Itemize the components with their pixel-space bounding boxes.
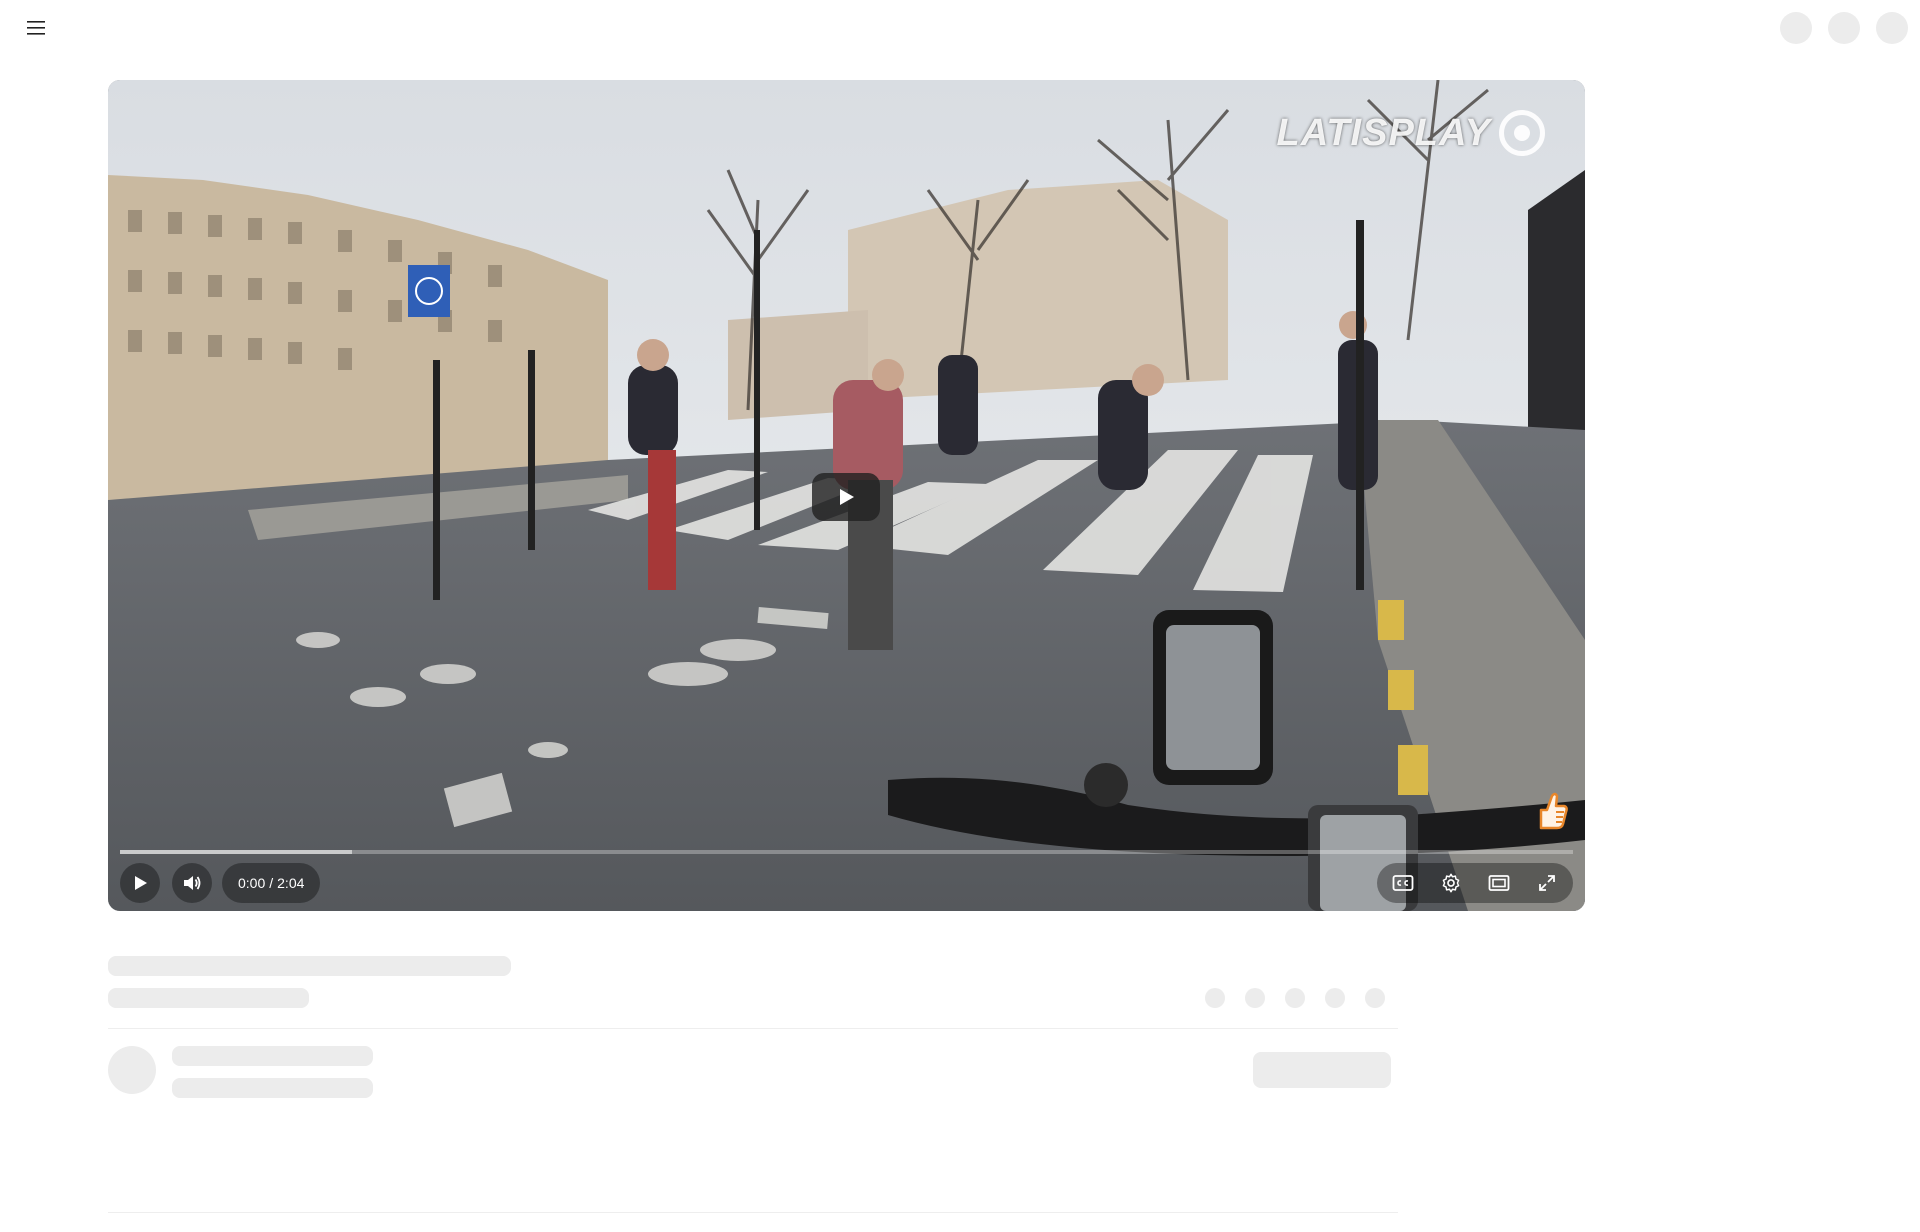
- subscribe-button-skeleton: [1253, 1052, 1391, 1088]
- time-display: 0:00 / 2:04: [222, 863, 321, 903]
- play-button[interactable]: [120, 863, 160, 903]
- action-skeleton: [1365, 988, 1385, 1008]
- menu-button[interactable]: [20, 12, 52, 44]
- right-controls: [1377, 863, 1573, 903]
- watermark-logo: LATISPLAY: [1277, 110, 1545, 156]
- divider: [108, 1028, 1398, 1029]
- avatar-skeleton: [108, 1046, 156, 1094]
- header-actions-placeholder: [1780, 12, 1908, 44]
- title-skeleton: [108, 956, 511, 976]
- divider: [108, 1212, 1398, 1213]
- center-play-button[interactable]: [812, 473, 880, 521]
- fullscreen-button[interactable]: [1523, 863, 1571, 903]
- header-action-skeleton: [1828, 12, 1860, 44]
- volume-icon: [184, 876, 201, 890]
- header-action-skeleton: [1780, 12, 1812, 44]
- total-duration: 2:04: [277, 875, 305, 891]
- action-skeleton: [1285, 988, 1305, 1008]
- watermark-ring-icon: [1499, 110, 1545, 156]
- theater-mode-button[interactable]: [1475, 863, 1523, 903]
- subscriber-count-skeleton: [172, 1078, 373, 1098]
- hamburger-menu-icon: [27, 21, 45, 35]
- theater-mode-icon: [1488, 875, 1510, 891]
- channel-name-skeleton: [172, 1046, 373, 1066]
- buffered-range: [120, 850, 353, 854]
- settings-button[interactable]: [1427, 863, 1475, 903]
- subtitle-skeleton: [108, 988, 309, 1008]
- player-controls: 0:00 / 2:04: [120, 863, 1573, 903]
- action-skeleton: [1245, 988, 1265, 1008]
- time-separator: /: [269, 875, 274, 891]
- progress-bar[interactable]: [120, 850, 1573, 854]
- mute-button[interactable]: [172, 863, 212, 903]
- header-action-skeleton: [1876, 12, 1908, 44]
- closed-captions-icon: [1392, 875, 1414, 891]
- play-icon: [135, 876, 147, 890]
- gear-icon: [1442, 873, 1460, 893]
- action-skeleton: [1325, 988, 1345, 1008]
- fullscreen-icon: [1539, 875, 1555, 891]
- watermark-text: LATISPLAY: [1276, 111, 1491, 154]
- captions-button[interactable]: [1379, 863, 1427, 903]
- video-player[interactable]: LATISPLAY 0:00 / 2:04: [108, 80, 1585, 911]
- play-icon: [840, 489, 854, 505]
- action-skeleton: [1205, 988, 1225, 1008]
- thumbs-up-icon[interactable]: [1535, 790, 1569, 830]
- current-time: 0:00: [238, 875, 266, 891]
